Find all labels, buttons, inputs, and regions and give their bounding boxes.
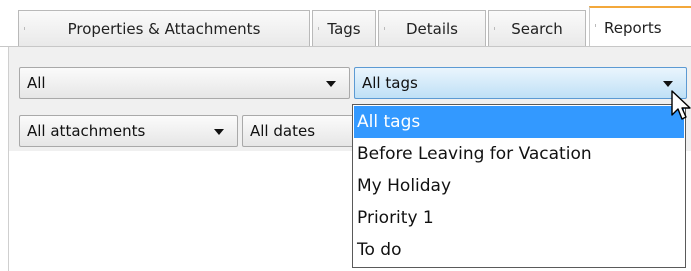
option-label: Priority 1 — [357, 208, 434, 228]
tab-label: Search — [511, 19, 563, 38]
chevron-down-icon[interactable] — [326, 81, 336, 87]
tab-separator — [595, 24, 596, 27]
tab-strip: Properties & Attachments Tags Details Se… — [0, 0, 691, 47]
tab-reports[interactable]: Reports — [589, 6, 691, 47]
tag-option-all-tags[interactable]: All tags — [354, 106, 684, 138]
tab-label: Reports — [604, 18, 662, 37]
tab-tags[interactable]: Tags — [312, 10, 376, 46]
attachments-combobox[interactable]: All attachments — [19, 115, 238, 147]
tab-properties-attachments[interactable]: Properties & Attachments — [18, 10, 310, 46]
option-label: My Holiday — [357, 176, 452, 196]
tab-label: Details — [405, 19, 458, 38]
tags-combobox[interactable]: All tags — [354, 67, 687, 99]
tag-option-to-do[interactable]: To do — [354, 234, 684, 266]
tag-option-priority-1[interactable]: Priority 1 — [354, 202, 684, 234]
chevron-down-icon[interactable] — [663, 81, 673, 87]
tab-search[interactable]: Search — [488, 10, 586, 46]
dates-combobox[interactable]: All dates — [242, 115, 362, 147]
scope-value: All — [27, 74, 46, 92]
tab-separator — [494, 27, 495, 30]
option-label: All tags — [357, 112, 421, 132]
chevron-down-icon[interactable] — [214, 129, 224, 135]
tab-label: Tags — [327, 19, 361, 38]
attachments-value: All attachments — [27, 122, 146, 140]
tab-separator — [384, 27, 385, 30]
mouse-pointer-icon — [671, 90, 691, 120]
tab-separator — [24, 27, 25, 30]
results-pane-border — [8, 151, 9, 271]
tag-option-my-holiday[interactable]: My Holiday — [354, 170, 684, 202]
tab-details[interactable]: Details — [378, 10, 486, 46]
dates-value: All dates — [250, 122, 316, 140]
tag-option-before-leaving[interactable]: Before Leaving for Vacation — [354, 138, 684, 170]
tags-dropdown-list: All tags Before Leaving for Vacation My … — [352, 104, 686, 268]
tags-value: All tags — [362, 74, 418, 92]
scope-combobox[interactable]: All — [19, 67, 350, 99]
tab-label: Properties & Attachments — [67, 19, 261, 38]
tab-separator — [318, 27, 319, 30]
option-label: Before Leaving for Vacation — [357, 144, 592, 164]
option-label: To do — [357, 240, 402, 260]
